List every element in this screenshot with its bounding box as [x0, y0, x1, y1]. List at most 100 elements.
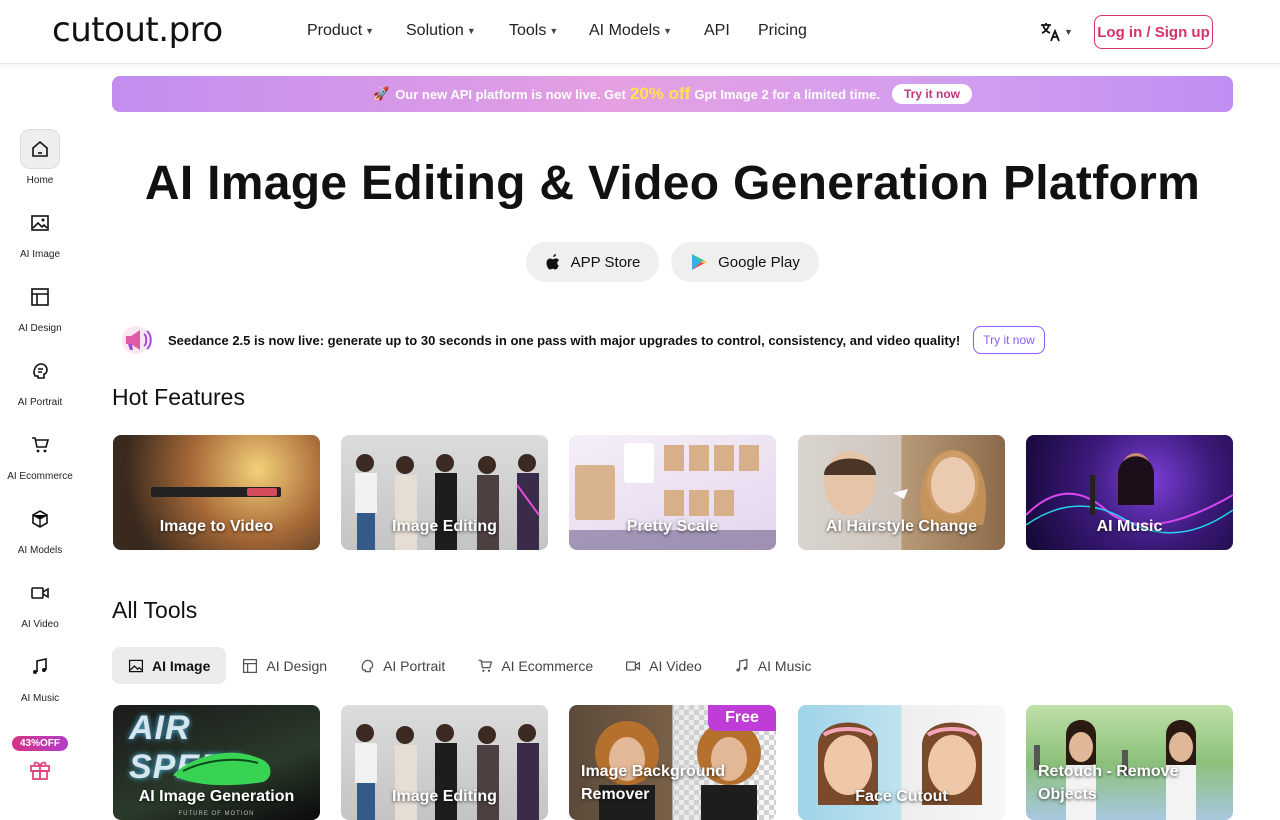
nav-label: AI Models	[589, 22, 661, 39]
rocket-icon: 🚀	[373, 86, 390, 101]
feature-card-image-to-video[interactable]: Image to Video	[113, 435, 320, 550]
tool-card-retouch-remove-objects[interactable]: Retouch - Remove Objects	[1026, 705, 1233, 820]
tab-ai-portrait[interactable]: AI Portrait	[343, 647, 461, 684]
portrait-icon	[361, 659, 374, 672]
megaphone-icon	[122, 326, 152, 354]
video-icon	[20, 573, 60, 613]
sidebar-item-label: AI Image	[19, 249, 61, 260]
feature-card-pretty-scale[interactable]: Pretty Scale	[569, 435, 776, 550]
announcement-bar: Seedance 2.5 is now live: generate up to…	[120, 322, 1045, 358]
card-caption: AI Music	[1096, 518, 1163, 535]
card-caption: AI Hairstyle Change	[825, 518, 978, 535]
sidebar-item-label: Home	[26, 175, 54, 186]
google-play-icon	[692, 254, 708, 270]
chevron-down-icon: ▼	[549, 26, 559, 36]
cube-icon	[20, 499, 60, 539]
cart-icon	[20, 425, 60, 465]
sidebar-item-label: AI Portrait	[17, 397, 63, 408]
generate-chip	[247, 488, 277, 496]
tab-ai-ecommerce[interactable]: AI Ecommerce	[461, 647, 609, 684]
discount-badge: 43%OFF	[12, 736, 68, 751]
tool-card-face-cutout[interactable]: Face Cutout	[798, 705, 1005, 820]
image-icon	[20, 203, 60, 243]
card-caption: Image Editing	[392, 788, 497, 805]
nav-api[interactable]: API	[704, 22, 730, 40]
tool-card-ai-image-generation[interactable]: AIR SPEED FUTURE OF MOTION AI Image Gene…	[113, 705, 320, 820]
tool-category-tabs: AI Image AI Design AI Portrait AI Ecomme…	[112, 647, 827, 684]
tab-ai-image[interactable]: AI Image	[112, 647, 227, 684]
sidebar-item-ai-video[interactable]: AI Video	[0, 573, 80, 630]
nav-tools[interactable]: Tools ▼	[509, 22, 558, 40]
card-caption: Image to Video	[159, 518, 274, 535]
nav-label: Solution	[406, 22, 464, 39]
google-play-button[interactable]: Google Play	[671, 242, 819, 282]
translate-icon	[1041, 23, 1060, 42]
tab-label: AI Ecommerce	[501, 657, 594, 674]
card-caption-line: Objects	[1038, 786, 1097, 803]
tool-card-image-background-remover[interactable]: Free Image Background Remover	[569, 705, 776, 820]
video-icon	[626, 660, 641, 671]
nav-label: Product	[307, 22, 363, 39]
page-title: AI Image Editing & Video Generation Plat…	[144, 157, 1201, 210]
banner-try-button[interactable]: Try it now	[891, 84, 972, 104]
card-caption: Retouch - Remove Objects	[1038, 760, 1233, 806]
apple-icon	[546, 254, 560, 270]
all-tools-heading: All Tools	[112, 597, 198, 623]
top-navigation-bar: cutout.pro Product ▼ Solution ▼ Tools ▼ AI …	[0, 0, 1280, 64]
sidebar-item-label: AI Ecommerce	[7, 471, 73, 482]
discount-promo[interactable]: 43%OFF	[12, 736, 68, 781]
card-caption: Face Cutout	[855, 788, 948, 805]
sidebar-item-label: AI Design	[18, 323, 62, 334]
sidebar-item-label: AI Music	[20, 693, 60, 704]
announcement-try-button[interactable]: Try it now	[973, 326, 1045, 354]
art-subtext: FUTURE OF MOTION	[178, 811, 255, 817]
left-sidebar: Home AI Image AI Design AI Portrait AI E…	[0, 64, 80, 820]
nav-pricing[interactable]: Pricing	[758, 22, 807, 40]
card-caption: Pretty Scale	[626, 518, 719, 535]
free-badge: Free	[708, 705, 776, 731]
music-icon	[736, 658, 748, 672]
tab-ai-design[interactable]: AI Design	[226, 647, 343, 684]
tab-label: AI Portrait	[383, 657, 446, 674]
card-caption: Image Editing	[392, 518, 497, 535]
sidebar-item-label: AI Video	[21, 619, 59, 630]
tab-label: AI Music	[757, 657, 812, 674]
app-store-button[interactable]: APP Store	[526, 242, 659, 282]
tool-card-image-editing[interactable]: Image Editing	[341, 705, 548, 820]
language-selector[interactable]: ▼	[1038, 20, 1073, 44]
login-signup-button[interactable]: Log in / Sign up	[1094, 15, 1213, 49]
tab-label: AI Design	[266, 657, 328, 674]
cart-icon	[478, 659, 493, 672]
chevron-down-icon: ▼	[466, 26, 476, 36]
card-caption: AI Image Generation	[138, 788, 295, 805]
home-icon	[20, 129, 60, 169]
logo[interactable]: cutout.pro	[52, 10, 223, 50]
google-play-label: Google Play	[718, 253, 800, 271]
sidebar-item-ai-image[interactable]: AI Image	[0, 203, 80, 260]
sidebar-item-home[interactable]: Home	[0, 129, 80, 186]
banner-suffix: Gpt Image 2 for a limited time.	[694, 86, 880, 102]
feature-card-ai-hairstyle-change[interactable]: AI Hairstyle Change	[798, 435, 1005, 550]
music-icon	[20, 647, 60, 687]
tab-label: AI Image	[152, 657, 211, 674]
sidebar-item-ai-design[interactable]: AI Design	[0, 277, 80, 334]
announcement-text: Seedance 2.5 is now live: generate up to…	[168, 332, 961, 348]
sidebar-item-ai-ecommerce[interactable]: AI Ecommerce	[0, 425, 80, 482]
feature-card-image-editing[interactable]: Image Editing	[341, 435, 548, 550]
tab-ai-music[interactable]: AI Music	[718, 647, 828, 684]
nav-label: Pricing	[758, 22, 807, 39]
tab-ai-video[interactable]: AI Video	[609, 647, 718, 684]
app-store-label: APP Store	[570, 253, 641, 271]
image-icon	[128, 659, 144, 672]
sidebar-item-ai-portrait[interactable]: AI Portrait	[0, 351, 80, 408]
nav-ai-models[interactable]: AI Models ▼	[589, 22, 672, 40]
sidebar-item-ai-music[interactable]: AI Music	[0, 647, 80, 704]
nav-label: Tools	[509, 22, 547, 39]
banner-prefix: Our new API platform is now live. Get	[395, 86, 626, 102]
card-caption-line: Retouch - Remove	[1038, 763, 1179, 780]
nav-product[interactable]: Product ▼	[307, 22, 374, 40]
layout-icon	[243, 658, 258, 673]
feature-card-ai-music[interactable]: AI Music	[1026, 435, 1233, 550]
sidebar-item-ai-models[interactable]: AI Models	[0, 499, 80, 556]
nav-solution[interactable]: Solution ▼	[406, 22, 476, 40]
